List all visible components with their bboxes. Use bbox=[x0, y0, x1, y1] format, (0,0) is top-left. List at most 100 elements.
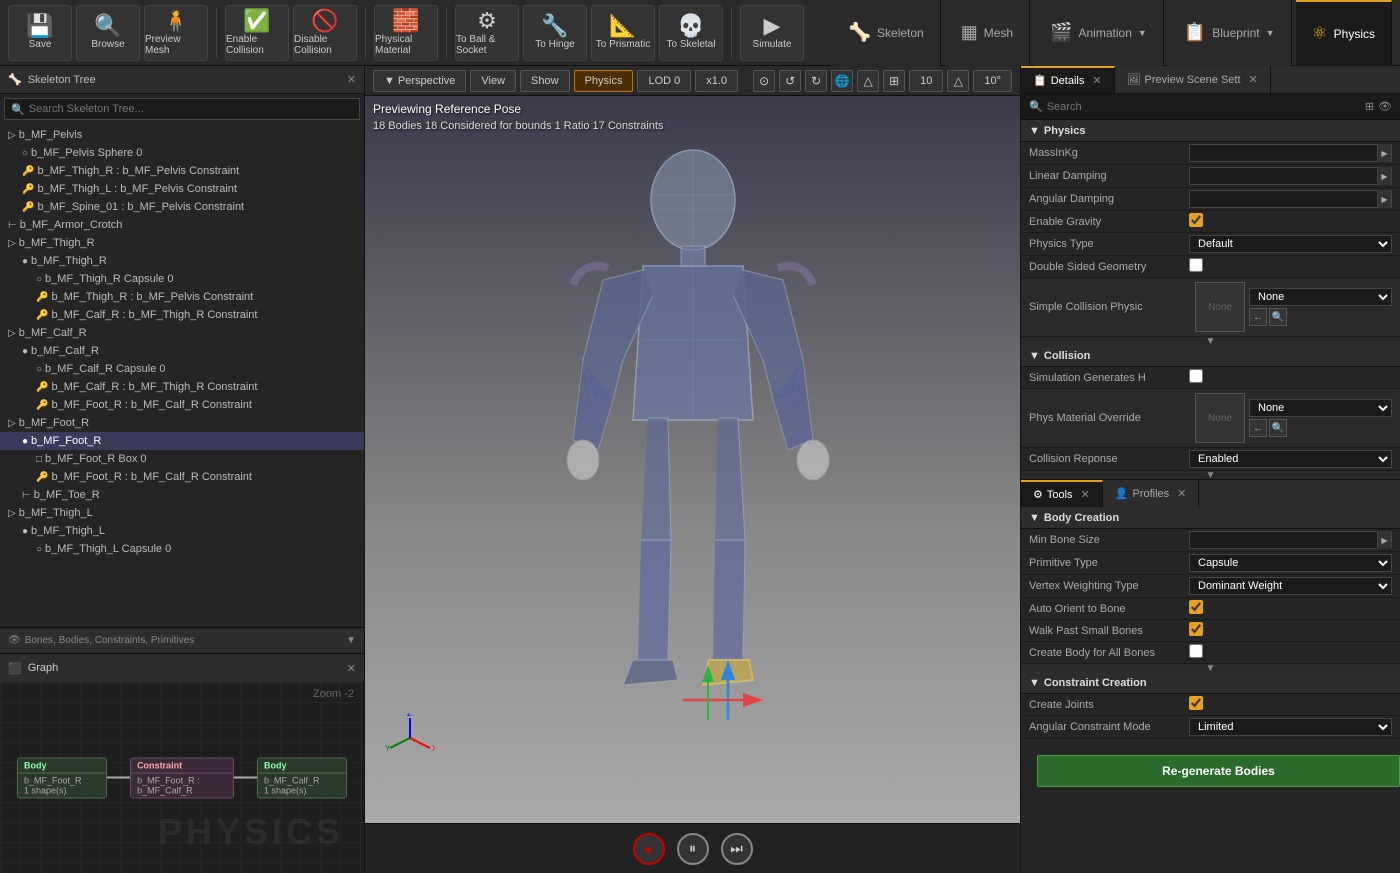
to-hinge-button[interactable]: 🔧 To Hinge bbox=[523, 5, 587, 61]
simple-collision-back-btn[interactable]: ← bbox=[1249, 308, 1267, 326]
collision-section-collapse-arrow[interactable]: ▼ bbox=[1206, 470, 1216, 481]
profiles-close-icon[interactable]: ✕ bbox=[1177, 487, 1186, 500]
walk-past-checkbox[interactable] bbox=[1189, 622, 1203, 636]
tab-skeleton[interactable]: 🦴 Skeleton bbox=[833, 0, 941, 66]
next-frame-button[interactable]: ⏭ bbox=[721, 833, 753, 865]
tree-item[interactable]: 🔑b_MF_Foot_R : b_MF_Calf_R Constraint bbox=[0, 396, 364, 414]
to-ball-socket-button[interactable]: ⚙ To Ball & Socket bbox=[455, 5, 519, 61]
physics-view-button[interactable]: Physics bbox=[574, 70, 634, 92]
graph-canvas[interactable]: Zoom -2 PHYSICS Body b_MF_Foot_R 1 shape… bbox=[0, 682, 364, 873]
angular-constraint-select[interactable]: Limited Free Locked bbox=[1189, 718, 1392, 736]
regenerate-bodies-button[interactable]: Re-generate Bodies bbox=[1037, 755, 1400, 787]
viewport-icon-3[interactable]: ↻ bbox=[805, 70, 827, 92]
tree-item[interactable]: □b_MF_Foot_R Box 0 bbox=[0, 450, 364, 468]
vertex-weighting-select[interactable]: Dominant Weight Any Weight bbox=[1189, 577, 1392, 595]
tree-item[interactable]: ⊢b_MF_Toe_R bbox=[0, 486, 364, 504]
tree-item[interactable]: 🔑b_MF_Thigh_R : b_MF_Pelvis Constraint bbox=[0, 288, 364, 306]
snap-value-btn[interactable]: 10 bbox=[909, 70, 943, 92]
show-button[interactable]: Show bbox=[520, 70, 570, 92]
primitive-type-select[interactable]: Capsule Box Sphere bbox=[1189, 554, 1392, 572]
preview-mesh-button[interactable]: 🧍 Preview Mesh bbox=[144, 5, 208, 61]
details-view-toggle[interactable]: ⊞ bbox=[1365, 100, 1374, 113]
tree-filter-row[interactable]: 👁 Bones, Bodies, Constraints, Primitives… bbox=[0, 627, 364, 653]
angle-value-btn[interactable]: 10° bbox=[973, 70, 1012, 92]
disable-collision-button[interactable]: 🚫 Disable Collision bbox=[293, 5, 357, 61]
details-eye-icon[interactable]: 👁 bbox=[1378, 100, 1392, 113]
body-creation-collapse-arrow[interactable]: ▼ bbox=[1206, 663, 1216, 674]
tree-item[interactable]: 🔑b_MF_Thigh_L : b_MF_Pelvis Constraint bbox=[0, 180, 364, 198]
min-bone-size-input[interactable]: 20.0 bbox=[1190, 534, 1377, 546]
body-creation-header[interactable]: ▼ Body Creation bbox=[1021, 507, 1400, 529]
tree-item[interactable]: ○b_MF_Calf_R Capsule 0 bbox=[0, 360, 364, 378]
tree-item[interactable]: ●b_MF_Thigh_R bbox=[0, 252, 364, 270]
physics-type-select[interactable]: Default Simulated Kinematic bbox=[1189, 235, 1392, 253]
viewport-icon-2[interactable]: ↺ bbox=[779, 70, 801, 92]
mass-kg-spin-arrow[interactable]: ▶ bbox=[1377, 144, 1391, 162]
record-button[interactable] bbox=[633, 833, 665, 865]
enable-gravity-checkbox[interactable] bbox=[1189, 213, 1203, 227]
tree-item[interactable]: ▷b_MF_Pelvis bbox=[0, 126, 364, 144]
mass-kg-input[interactable]: 3.367091 bbox=[1190, 147, 1377, 159]
simple-collision-select[interactable]: None bbox=[1249, 288, 1392, 306]
angular-damping-spin-arrow[interactable]: ▶ bbox=[1377, 190, 1391, 208]
min-bone-size-arrow[interactable]: ▶ bbox=[1377, 531, 1391, 549]
graph-node-constraint[interactable]: Constraint b_MF_Foot_R : b_MF_Calf_R bbox=[130, 757, 234, 798]
tree-item[interactable]: ●b_MF_Thigh_L bbox=[0, 522, 364, 540]
auto-orient-checkbox[interactable] bbox=[1189, 600, 1203, 614]
speed-button[interactable]: x1.0 bbox=[695, 70, 738, 92]
viewport-grid-btn[interactable]: ⊞ bbox=[883, 70, 905, 92]
lod-button[interactable]: LOD 0 bbox=[637, 70, 691, 92]
graph-node-body-foot[interactable]: Body b_MF_Foot_R 1 shape(s) bbox=[17, 757, 107, 798]
tree-item[interactable]: 🔑b_MF_Thigh_R : b_MF_Pelvis Constraint bbox=[0, 162, 364, 180]
double-sided-checkbox[interactable] bbox=[1189, 258, 1203, 272]
tree-item[interactable]: ▷b_MF_Thigh_L bbox=[0, 504, 364, 522]
tools-close-icon[interactable]: ✕ bbox=[1081, 488, 1090, 501]
linear-damping-spin-arrow[interactable]: ▶ bbox=[1377, 167, 1391, 185]
collision-section-header[interactable]: ▼ Collision bbox=[1021, 345, 1400, 367]
create-body-checkbox[interactable] bbox=[1189, 644, 1203, 658]
tree-item[interactable]: 🔑b_MF_Foot_R : b_MF_Calf_R Constraint bbox=[0, 468, 364, 486]
angular-damping-input[interactable]: 0.0 bbox=[1190, 193, 1377, 205]
physics-section-header[interactable]: ▼ Physics bbox=[1021, 120, 1400, 142]
pause-button[interactable]: ⏸ bbox=[677, 833, 709, 865]
graph-node-body-calf[interactable]: Body b_MF_Calf_R 1 shape(s) bbox=[257, 757, 347, 798]
close-graph-icon[interactable]: ✕ bbox=[347, 662, 356, 675]
save-button[interactable]: 💾 Save bbox=[8, 5, 72, 61]
tree-item[interactable]: ▷b_MF_Calf_R bbox=[0, 324, 364, 342]
skeleton-search-input[interactable] bbox=[29, 103, 353, 115]
constraint-creation-header[interactable]: ▼ Constraint Creation bbox=[1021, 672, 1400, 694]
phys-material-select[interactable]: None bbox=[1249, 399, 1392, 417]
viewport-icon-4[interactable]: 🌐 bbox=[831, 70, 853, 92]
tree-item[interactable]: ○b_MF_Thigh_L Capsule 0 bbox=[0, 540, 364, 558]
tree-item[interactable]: ●b_MF_Calf_R bbox=[0, 342, 364, 360]
physics-section-collapse-arrow[interactable]: ▼ bbox=[1206, 336, 1216, 347]
physical-material-button[interactable]: 🧱 Physical Material bbox=[374, 5, 438, 61]
create-joints-checkbox[interactable] bbox=[1189, 696, 1203, 710]
preview-scene-tab[interactable]: 🖼 Preview Scene Sett ✕ bbox=[1115, 66, 1271, 93]
to-skeletal-button[interactable]: 💀 To Skeletal bbox=[659, 5, 723, 61]
tab-mesh[interactable]: ▦ Mesh bbox=[945, 0, 1030, 66]
tab-physics[interactable]: ⚛ Physics bbox=[1296, 0, 1392, 66]
tree-item[interactable]: ▷b_MF_Foot_R bbox=[0, 414, 364, 432]
simple-collision-search-btn[interactable]: 🔍 bbox=[1269, 308, 1287, 326]
tree-item[interactable]: ○b_MF_Thigh_R Capsule 0 bbox=[0, 270, 364, 288]
enable-collision-button[interactable]: ✅ Enable Collision bbox=[225, 5, 289, 61]
tree-item[interactable]: 🔑b_MF_Spine_01 : b_MF_Pelvis Constraint bbox=[0, 198, 364, 216]
tree-item[interactable]: 🔑b_MF_Calf_R : b_MF_Thigh_R Constraint bbox=[0, 378, 364, 396]
profiles-tab[interactable]: 👤 Profiles ✕ bbox=[1103, 480, 1200, 507]
to-prismatic-button[interactable]: 📐 To Prismatic bbox=[591, 5, 655, 61]
linear-damping-input[interactable]: 0.01 bbox=[1190, 170, 1377, 182]
phys-material-back-btn[interactable]: ← bbox=[1249, 419, 1267, 437]
viewport-icon-5[interactable]: △ bbox=[857, 70, 879, 92]
tree-item[interactable]: ○b_MF_Pelvis Sphere 0 bbox=[0, 144, 364, 162]
tree-item[interactable]: ▷b_MF_Thigh_R bbox=[0, 234, 364, 252]
details-search-input[interactable] bbox=[1047, 101, 1361, 113]
details-tab[interactable]: 📋 Details ✕ bbox=[1021, 66, 1115, 93]
tab-blueprint[interactable]: 📋 Blueprint ▼ bbox=[1168, 0, 1292, 66]
collision-response-select[interactable]: Enabled Disabled bbox=[1189, 450, 1392, 468]
tree-item[interactable]: ⊢b_MF_Armor_Crotch bbox=[0, 216, 364, 234]
sim-generates-checkbox[interactable] bbox=[1189, 369, 1203, 383]
view-button[interactable]: View bbox=[470, 70, 516, 92]
phys-material-search-btn[interactable]: 🔍 bbox=[1269, 419, 1287, 437]
viewport-canvas[interactable]: Previewing Reference Pose 18 Bodies 18 C… bbox=[365, 96, 1020, 823]
